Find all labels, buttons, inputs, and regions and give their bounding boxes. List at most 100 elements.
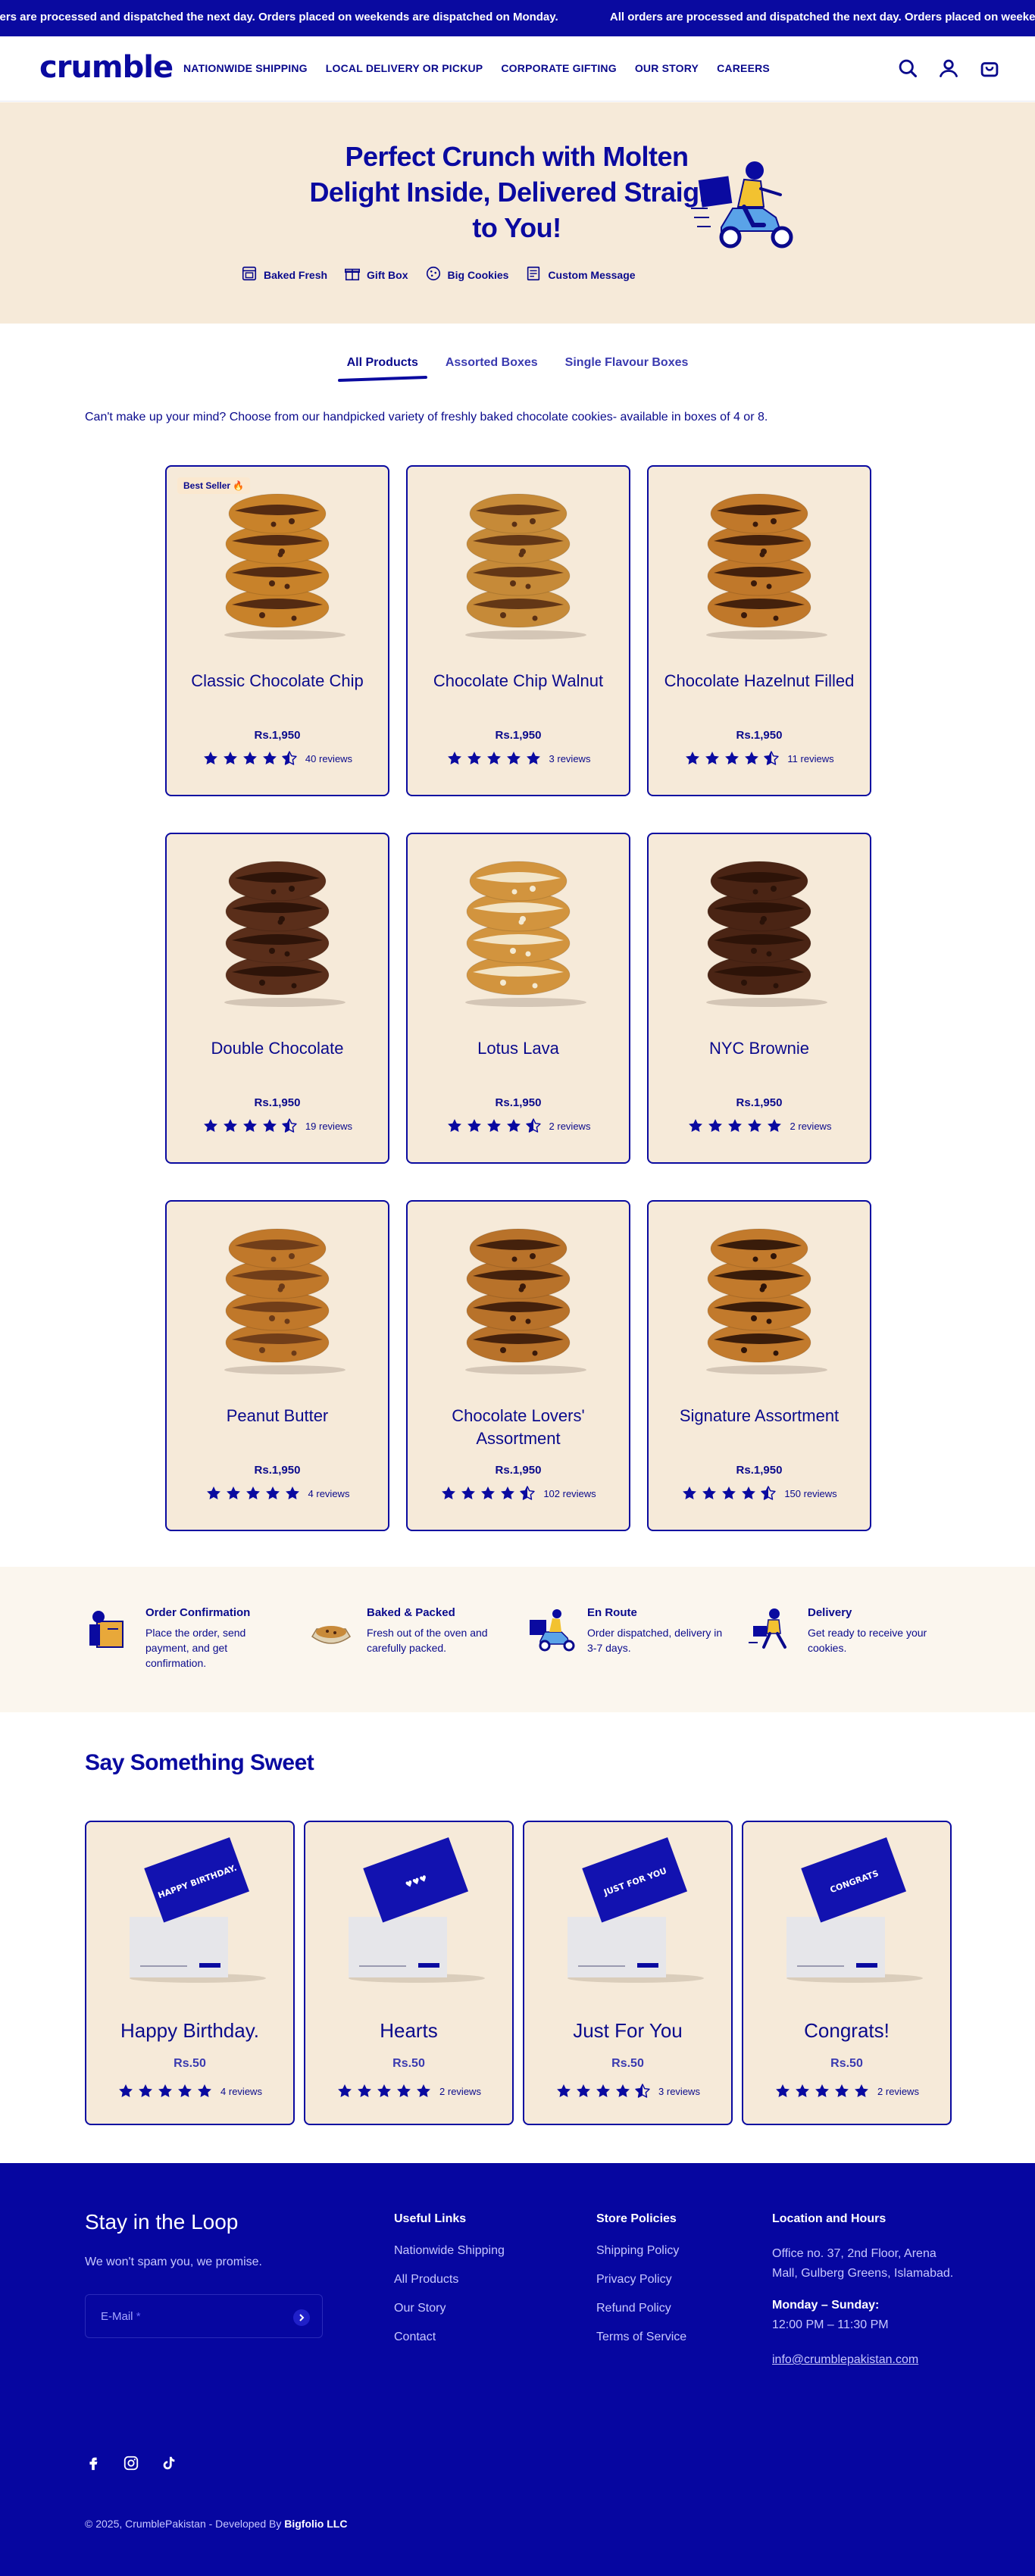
- message-card[interactable]: JUST FOR YOU Just For You Rs.50 3 reviews: [523, 1821, 733, 2125]
- product-image[interactable]: [209, 1218, 346, 1377]
- product-card[interactable]: Signature Assortment Rs.1,950 150 reviews: [647, 1200, 871, 1531]
- review-count: 11 reviews: [787, 752, 834, 764]
- product-card[interactable]: Best Seller 🔥 Classic Chocolate Chip Rs.1,…: [165, 465, 389, 796]
- cart-icon[interactable]: [979, 58, 1000, 79]
- message-card[interactable]: CONGRATS Congrats! Rs.50 2 reviews: [742, 1821, 952, 2125]
- tiktok-icon[interactable]: [161, 2455, 177, 2471]
- product-name[interactable]: Classic Chocolate Chip: [182, 670, 373, 692]
- review-count: 19 reviews: [305, 1120, 353, 1132]
- footer-link-all-products[interactable]: All Products: [394, 2273, 505, 2287]
- message-card-price: Rs.50: [392, 2057, 425, 2070]
- instagram-icon[interactable]: [123, 2455, 139, 2471]
- product-card[interactable]: Double Chocolate Rs.1,950 19 reviews: [165, 833, 389, 1164]
- tab-all-products[interactable]: All Products: [347, 356, 418, 376]
- product-name[interactable]: NYC Brownie: [664, 1037, 855, 1060]
- nav-nationwide-shipping[interactable]: NATIONWIDE SHIPPING: [183, 62, 308, 74]
- review-count: 102 reviews: [543, 1487, 596, 1499]
- footer-link-nationwide-shipping[interactable]: Nationwide Shipping: [394, 2244, 505, 2258]
- nav-local-delivery[interactable]: LOCAL DELIVERY OR PICKUP: [326, 62, 483, 74]
- developer-link[interactable]: Bigfolio LLC: [284, 2518, 347, 2530]
- review-count: 2 reviews: [549, 1120, 591, 1132]
- message-card-name[interactable]: Hearts: [305, 2019, 512, 2043]
- nav-our-story[interactable]: OUR STORY: [635, 62, 699, 74]
- product-card[interactable]: Lotus Lava Rs.1,950 2 reviews: [406, 833, 630, 1164]
- product-name[interactable]: Lotus Lava: [423, 1037, 614, 1060]
- tab-assorted-boxes[interactable]: Assorted Boxes: [446, 356, 538, 376]
- product-price: Rs.1,950: [254, 1464, 301, 1477]
- product-image[interactable]: [209, 483, 346, 642]
- product-image[interactable]: [450, 851, 586, 1010]
- email-field[interactable]: E-Mail *: [85, 2294, 323, 2338]
- footer-link-our-story[interactable]: Our Story: [394, 2302, 505, 2315]
- section-title: Say Something Sweet: [85, 1750, 314, 1775]
- oven-icon: [241, 265, 258, 284]
- arrow-right-icon: [299, 2314, 305, 2321]
- review-count: 4 reviews: [220, 2085, 262, 2097]
- step-description: Order dispatched, delivery in 3-7 days.: [587, 1627, 723, 1654]
- tab-single-flavour-boxes[interactable]: Single Flavour Boxes: [565, 356, 689, 376]
- facebook-icon[interactable]: [85, 2455, 102, 2471]
- footer-link-shipping-policy[interactable]: Shipping Policy: [596, 2244, 686, 2258]
- product-price: Rs.1,950: [736, 1464, 783, 1477]
- open-days: Monday – Sunday:: [772, 2299, 880, 2312]
- contact-email-link[interactable]: info@crumblepakistan.com: [772, 2353, 962, 2367]
- product-grid: Best Seller 🔥 Classic Chocolate Chip Rs.1,…: [165, 465, 871, 1531]
- useful-links: Useful Links Nationwide Shipping All Pro…: [394, 2212, 505, 2344]
- star-icon: [222, 750, 239, 767]
- message-card[interactable]: HAPPY BIRTHDAY. Happy Birthday. Rs.50 4 rev…: [85, 1821, 295, 2125]
- star-icon: [284, 1485, 301, 1502]
- footer-link-terms[interactable]: Terms of Service: [596, 2331, 686, 2344]
- message-card-image[interactable]: ♥♥♥: [333, 1830, 485, 1989]
- star-icon: [202, 1118, 219, 1134]
- search-icon[interactable]: [897, 58, 918, 79]
- account-icon[interactable]: [938, 58, 959, 79]
- product-card[interactable]: Peanut Butter Rs.1,950 4 reviews: [165, 1200, 389, 1531]
- star-icon: [261, 1118, 278, 1134]
- logo[interactable]: crumble: [39, 50, 174, 85]
- product-rating: 3 reviews: [408, 750, 629, 767]
- nav-careers[interactable]: CAREERS: [717, 62, 770, 74]
- product-image[interactable]: [209, 851, 346, 1010]
- product-card[interactable]: Chocolate Lovers' Assortment Rs.1,950 102 …: [406, 1200, 630, 1531]
- nav-corporate-gifting[interactable]: CORPORATE GIFTING: [501, 62, 616, 74]
- product-name[interactable]: Double Chocolate: [182, 1037, 373, 1060]
- product-image[interactable]: [691, 1218, 827, 1377]
- footer-link-privacy-policy[interactable]: Privacy Policy: [596, 2273, 686, 2287]
- hero-banner: Perfect Crunch with Molten Delight Insid…: [0, 102, 1035, 324]
- product-name[interactable]: Chocolate Hazelnut Filled: [664, 670, 855, 692]
- footer-link-contact[interactable]: Contact: [394, 2331, 505, 2344]
- star-icon: [704, 750, 721, 767]
- message-card-image[interactable]: CONGRATS: [771, 1830, 923, 1989]
- product-name[interactable]: Chocolate Lovers' Assortment: [423, 1405, 614, 1450]
- product-name[interactable]: Signature Assortment: [664, 1405, 855, 1427]
- message-card-name[interactable]: Just For You: [524, 2019, 731, 2043]
- product-card[interactable]: NYC Brownie Rs.1,950 2 reviews: [647, 833, 871, 1164]
- footer-link-refund-policy[interactable]: Refund Policy: [596, 2302, 686, 2315]
- feature-baked-fresh: Baked Fresh: [241, 265, 327, 284]
- message-card-image[interactable]: HAPPY BIRTHDAY.: [114, 1830, 266, 1989]
- product-card[interactable]: Chocolate Chip Walnut Rs.1,950 3 reviews: [406, 465, 630, 796]
- star-icon: [157, 2083, 174, 2099]
- message-icon: [525, 265, 542, 284]
- star-icon: [707, 1118, 724, 1134]
- star-icon: [595, 2083, 611, 2099]
- review-count: 3 reviews: [658, 2085, 700, 2097]
- message-card[interactable]: ♥♥♥ Hearts Rs.50 2 reviews: [304, 1821, 514, 2125]
- product-image[interactable]: [450, 483, 586, 642]
- message-card-name[interactable]: Happy Birthday.: [86, 2019, 293, 2043]
- product-name[interactable]: Chocolate Chip Walnut: [423, 670, 614, 692]
- product-name[interactable]: Peanut Butter: [182, 1405, 373, 1427]
- product-image[interactable]: [691, 851, 827, 1010]
- product-image[interactable]: [691, 483, 827, 642]
- product-price: Rs.1,950: [495, 1464, 542, 1477]
- star-icon: [724, 750, 740, 767]
- intro-text: Can't make up your mind? Choose from our…: [85, 411, 768, 424]
- review-count: 3 reviews: [549, 752, 591, 764]
- product-rating: 2 reviews: [649, 1118, 870, 1134]
- subscribe-button[interactable]: [293, 2309, 310, 2326]
- review-count: 2 reviews: [877, 2085, 919, 2097]
- product-card[interactable]: Chocolate Hazelnut Filled Rs.1,950 11 revi…: [647, 465, 871, 796]
- message-card-name[interactable]: Congrats!: [743, 2019, 950, 2043]
- message-card-image[interactable]: JUST FOR YOU: [552, 1830, 704, 1989]
- product-image[interactable]: [450, 1218, 586, 1377]
